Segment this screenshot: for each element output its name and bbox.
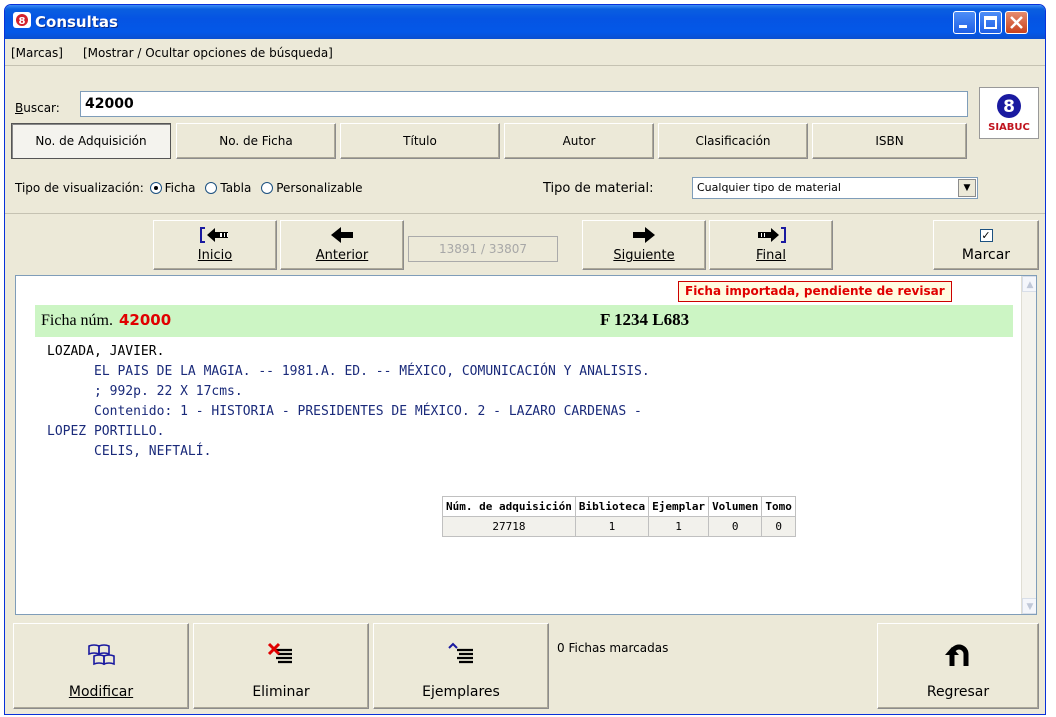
radio-tabla-label: Tabla — [220, 181, 252, 195]
previous-record-label: Anterior — [315, 248, 369, 263]
record-added-entry: CELIS, NEFTALÍ. — [94, 444, 212, 459]
return-button[interactable]: Regresar — [877, 623, 1039, 709]
bottom-toolbar: Modificar Eliminar Ejemplares 0 Fichas m… — [5, 617, 1045, 714]
last-record-icon — [710, 225, 832, 247]
visualization-options: Tipo de visualización: Ficha Tabla Perso… — [15, 181, 363, 195]
search-panel: Buscar: 8 SIABUC No. de Adquisición No. … — [5, 67, 1045, 213]
record-contents-line: Contenido: 1 - HISTORIA - PRESIDENTES DE… — [94, 404, 642, 419]
title-bar: 8 Consultas — [5, 5, 1045, 39]
material-type-select[interactable]: Cualquier tipo de material ▼ — [692, 177, 978, 199]
record-counter: 13891 / 33807 — [408, 236, 558, 262]
record-number-label-text: Ficha núm. — [41, 312, 113, 329]
first-record-label: Inicio — [197, 248, 233, 263]
toggle-search-options-menu[interactable]: [Mostrar / Ocultar opciones de búsqueda] — [83, 46, 333, 60]
next-record-button[interactable]: Siguiente — [582, 220, 706, 270]
last-record-label: Final — [756, 248, 786, 263]
delete-label: Eliminar — [252, 684, 310, 700]
copies-label: Ejemplares — [422, 684, 500, 700]
column-header: Tomo — [761, 496, 796, 517]
first-record-icon — [154, 225, 276, 247]
copies-list-icon — [374, 642, 548, 668]
radio-personalizable[interactable] — [261, 182, 274, 194]
copies-table: Núm. de adquisición Biblioteca Ejemplar … — [442, 496, 796, 537]
visualization-label: Tipo de visualización: — [15, 181, 144, 195]
field-button-adquisicion[interactable]: No. de Adquisición — [11, 123, 171, 159]
mark-record-label: Marcar — [961, 247, 1011, 263]
next-arrow-icon — [583, 225, 705, 247]
minimize-button[interactable] — [953, 11, 976, 34]
marked-records-count: 0 Fichas marcadas — [557, 641, 669, 655]
record-body: LOZADA, JAVIER. EL PAIS DE LA MAGIA. -- 1… — [47, 342, 1007, 462]
svg-text:8: 8 — [1003, 97, 1015, 117]
import-warning-badge: Ficha importada, pendiente de revisar — [678, 281, 952, 302]
table-cell: 0 — [708, 516, 763, 537]
last-record-button[interactable]: Final — [709, 220, 833, 270]
app-icon: 8 — [12, 11, 32, 29]
menu-bar: [Marcas] [Mostrar / Ocultar opciones de … — [5, 40, 1045, 66]
return-arrow-icon — [878, 642, 1038, 668]
record-number: 42000 — [119, 311, 172, 329]
field-button-autor[interactable]: Autor — [504, 123, 654, 159]
column-header: Biblioteca — [574, 496, 650, 517]
siabuc-logo: 8 SIABUC — [979, 87, 1039, 139]
column-header: Volumen — [708, 496, 763, 517]
table-cell: 27718 — [442, 516, 576, 537]
material-type-value: Cualquier tipo de material — [697, 181, 841, 194]
delete-button[interactable]: Eliminar — [193, 623, 369, 709]
copies-table-header: Núm. de adquisición Biblioteca Ejemplar … — [442, 496, 796, 517]
scroll-up-icon[interactable]: ▲ — [1022, 276, 1036, 292]
modify-label: Modificar — [14, 684, 188, 700]
copies-button[interactable]: Ejemplares — [373, 623, 549, 709]
field-button-ficha[interactable]: No. de Ficha — [176, 123, 336, 159]
mark-record-button[interactable]: ✓ Marcar — [933, 220, 1039, 270]
record-header: Ficha núm. 42000 F 1234 L683 — [35, 305, 1013, 337]
radio-personalizable-label: Personalizable — [276, 181, 363, 195]
return-label: Regresar — [926, 684, 990, 700]
table-row: 27718 1 1 0 0 — [442, 516, 796, 537]
previous-arrow-icon — [281, 225, 403, 247]
record-number-label: Ficha núm. 42000 — [41, 311, 171, 330]
material-type-label: Tipo de material: — [543, 181, 654, 196]
record-author: LOZADA, JAVIER. — [47, 344, 165, 359]
table-cell: 0 — [761, 516, 796, 537]
mark-checkbox[interactable]: ✓ — [979, 229, 993, 242]
books-icon — [14, 642, 188, 668]
modify-label-text: Modificar — [68, 684, 134, 700]
search-input[interactable] — [80, 91, 968, 117]
record-physical-line: ; 992p. 22 X 17cms. — [94, 384, 243, 399]
modify-button[interactable]: Modificar — [13, 623, 189, 709]
navigation-bar: Inicio Anterior 13891 / 33807 Siguiente … — [5, 213, 1045, 273]
record-contents-continuation: LOPEZ PORTILLO. — [47, 424, 165, 439]
table-cell: 1 — [574, 516, 650, 537]
maximize-button[interactable] — [979, 11, 1002, 34]
window-title: Consultas — [35, 13, 118, 31]
field-button-isbn[interactable]: ISBN — [812, 123, 967, 159]
radio-ficha-label: Ficha — [164, 181, 196, 195]
field-button-clasificacion[interactable]: Clasificación — [658, 123, 808, 159]
first-record-button[interactable]: Inicio — [153, 220, 277, 270]
vertical-scrollbar[interactable]: ▲ ▼ — [1021, 276, 1036, 614]
delete-list-icon — [194, 642, 368, 668]
previous-record-button[interactable]: Anterior — [280, 220, 404, 270]
svg-text:SIABUC: SIABUC — [988, 122, 1030, 133]
radio-tabla[interactable] — [205, 182, 218, 194]
consultas-window: 8 Consultas [Marcas] [Mostrar / Ocultar … — [4, 4, 1046, 715]
record-display: Ficha importada, pendiente de revisar Fi… — [15, 275, 1037, 615]
record-title-line: EL PAIS DE LA MAGIA. -- 1981.A. ED. -- M… — [94, 364, 650, 379]
classification-code: F 1234 L683 — [600, 310, 690, 329]
radio-ficha[interactable] — [149, 182, 162, 194]
dropdown-arrow-icon[interactable]: ▼ — [958, 179, 976, 197]
table-cell: 1 — [648, 516, 710, 537]
marcas-menu[interactable]: [Marcas] — [11, 46, 63, 60]
column-header: Núm. de adquisición — [442, 496, 576, 517]
scroll-down-icon[interactable]: ▼ — [1022, 598, 1036, 614]
next-record-label: Siguiente — [613, 248, 675, 263]
column-header: Ejemplar — [648, 496, 710, 517]
search-label: Buscar: — [15, 101, 60, 115]
field-button-titulo[interactable]: Título — [340, 123, 500, 159]
svg-text:8: 8 — [19, 16, 26, 27]
close-button[interactable] — [1005, 11, 1028, 34]
